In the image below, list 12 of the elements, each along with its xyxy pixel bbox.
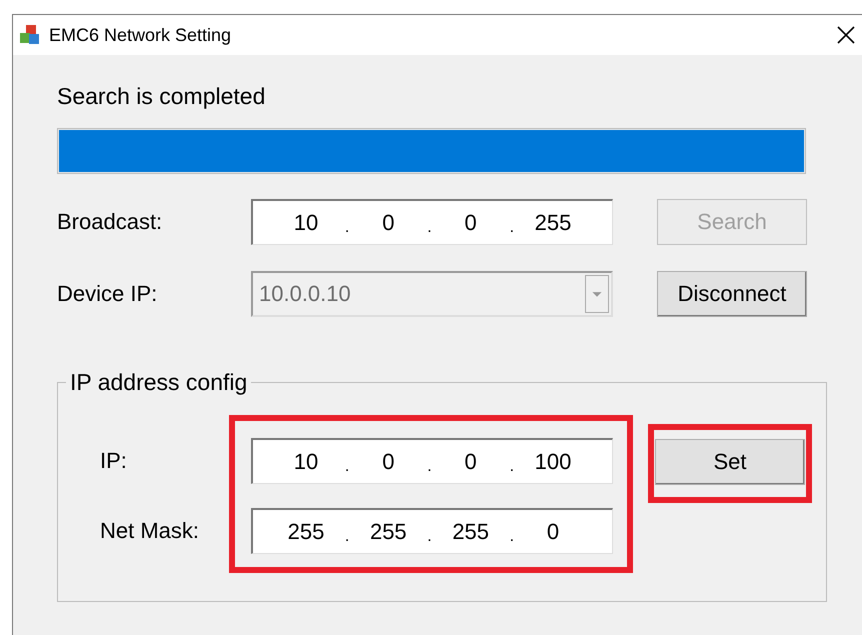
ip-address-field[interactable]: 10 . 0 . 0 . 255 — [251, 199, 613, 245]
broadcast-label: Broadcast: — [57, 209, 164, 235]
device-ip-label: Device IP: — [57, 281, 158, 307]
status-text: Search is completed — [57, 82, 266, 111]
app-icon — [19, 24, 41, 46]
field-label: IP: — [99, 448, 128, 474]
close-icon[interactable] — [837, 26, 855, 44]
window-title: EMC6 Network Setting — [49, 24, 232, 46]
set-button[interactable]: Set — [655, 439, 805, 485]
field-label: Net Mask: — [99, 518, 200, 544]
ip-address-field[interactable]: 255 . 255 . 255 . 0 — [251, 508, 613, 554]
ip-address-field[interactable]: 10 . 0 . 0 . 100 — [251, 438, 613, 484]
